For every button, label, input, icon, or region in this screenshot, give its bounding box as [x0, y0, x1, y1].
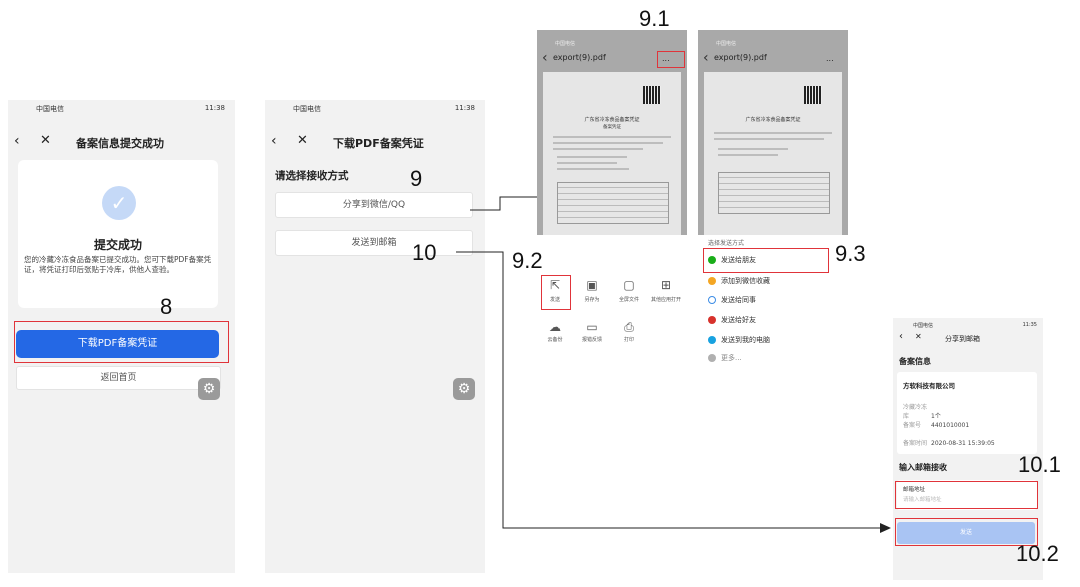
- step-label-10-2: 10.2: [1016, 541, 1059, 566]
- step-label-10-1: 10.1: [1018, 452, 1061, 477]
- connector-line-10: [456, 251, 880, 529]
- step-label-10: 10: [412, 240, 437, 265]
- step-label-9: 9: [410, 166, 423, 191]
- step-label-9-3: 9.3: [835, 241, 866, 266]
- step-label-9-2: 9.2: [512, 248, 543, 273]
- step-label-8: 8: [160, 294, 173, 319]
- connector-line-9: [470, 196, 537, 211]
- arrow-head-icon: [880, 523, 891, 533]
- step-label-9-1: 9.1: [639, 6, 670, 31]
